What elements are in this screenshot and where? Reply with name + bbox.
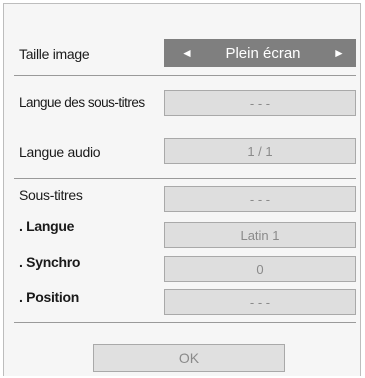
audio-language-label: Langue audio	[19, 144, 101, 160]
position-field[interactable]: - - -	[164, 289, 356, 315]
subtitles-label: Sous-titres	[19, 187, 83, 203]
language-field[interactable]: Latin 1	[164, 222, 356, 248]
position-label: . Position	[19, 289, 80, 305]
subtitle-language-field[interactable]: - - -	[164, 90, 356, 116]
sync-field[interactable]: 0	[164, 256, 356, 282]
settings-panel: Taille image ◄ Plein écran ► Langue des …	[3, 3, 361, 376]
divider	[14, 322, 356, 323]
picture-size-value: Plein écran	[225, 44, 301, 62]
language-label: . Langue	[19, 218, 75, 234]
subtitle-language-label: Langue des sous-titres	[19, 95, 145, 110]
subtitles-field[interactable]: - - -	[164, 186, 356, 212]
ok-button[interactable]: OK	[93, 344, 285, 372]
picture-size-label: Taille image	[19, 46, 90, 62]
right-arrow-icon[interactable]: ►	[330, 46, 348, 60]
divider	[14, 75, 356, 76]
left-arrow-icon[interactable]: ◄	[178, 46, 196, 60]
divider	[14, 178, 356, 179]
audio-language-field[interactable]: 1 / 1	[164, 138, 356, 164]
sync-label: . Synchro	[19, 254, 81, 270]
picture-size-selector[interactable]: ◄ Plein écran ►	[164, 39, 356, 67]
